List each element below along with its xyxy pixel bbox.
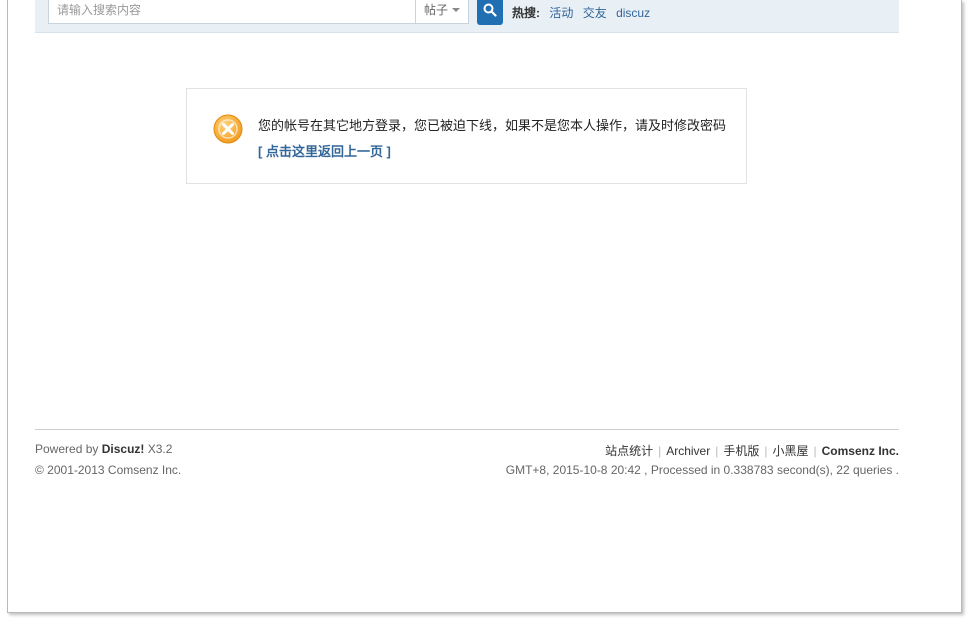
hot-search-label: 热搜: xyxy=(512,6,540,20)
footer-link-blackroom[interactable]: 小黑屋 xyxy=(773,444,809,458)
alert-box: 您的帐号在其它地方登录，您已被迫下线，如果不是您本人操作，请及时修改密码 [ 点… xyxy=(186,88,747,184)
hot-link[interactable]: 活动 xyxy=(549,6,573,20)
divider: | xyxy=(715,444,719,458)
search-bar: 请输入搜索内容 帖子 热搜: 活动 交友 discuz xyxy=(35,0,899,33)
divider: | xyxy=(658,444,662,458)
search-input[interactable]: 请输入搜索内容 xyxy=(48,0,415,24)
footer-links: 站点统计 | Archiver | 手机版 | 小黑屋 | Comsenz Inc. xyxy=(605,442,899,459)
footer-link-mobile[interactable]: 手机版 xyxy=(723,444,759,458)
copyright: © 2001-2013 Comsenz Inc. xyxy=(35,463,182,477)
search-button[interactable] xyxy=(477,0,503,25)
footer-divider xyxy=(35,429,899,430)
back-link[interactable]: [ 点击这里返回上一页 ] xyxy=(258,141,391,160)
divider: | xyxy=(813,444,817,458)
alert-message: 您的帐号在其它地方登录，您已被迫下线，如果不是您本人操作，请及时修改密码 xyxy=(258,118,727,133)
search-icon xyxy=(483,3,497,17)
footer-link-comsenz[interactable]: Comsenz Inc. xyxy=(822,444,899,458)
footer-link-archiver[interactable]: Archiver xyxy=(666,444,710,458)
hot-search: 热搜: 活动 交友 discuz xyxy=(512,4,650,21)
discuz-link[interactable]: Discuz! xyxy=(102,442,145,456)
powered-prefix: Powered by xyxy=(35,442,99,456)
footer-info: GMT+8, 2015-10-8 20:42 , Processed in 0.… xyxy=(505,463,899,477)
divider: | xyxy=(764,444,768,458)
powered-by: Powered by Discuz! X3.2 xyxy=(35,442,172,456)
error-x-icon xyxy=(213,114,243,144)
hot-link[interactable]: 交友 xyxy=(583,6,607,20)
search-type-label: 帖子 xyxy=(424,3,449,17)
footer-link-stats[interactable]: 站点统计 xyxy=(605,444,653,458)
search-type-select[interactable]: 帖子 xyxy=(415,0,469,24)
chevron-down-icon xyxy=(452,8,460,12)
version-label: X3.2 xyxy=(147,442,173,456)
hot-link[interactable]: discuz xyxy=(616,6,650,20)
